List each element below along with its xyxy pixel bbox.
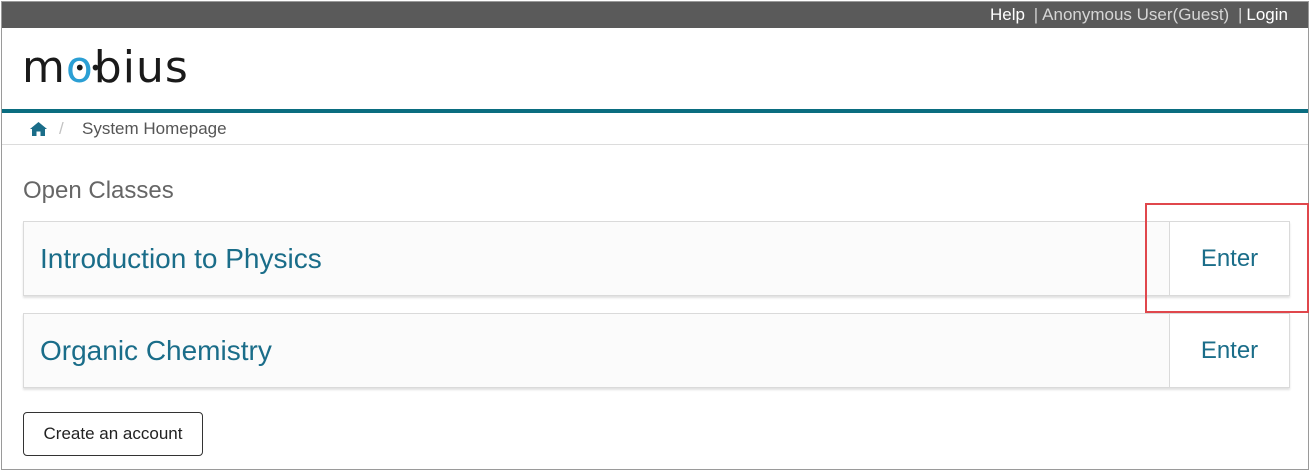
browser-frame: Help | Anonymous User(Guest) | Login m •• ob… xyxy=(1,1,1309,470)
section-title: Open Classes xyxy=(23,177,174,204)
login-link[interactable]: Login xyxy=(1246,5,1288,24)
user-name: Anonymous User(Guest) xyxy=(1042,5,1230,24)
enter-button[interactable]: Enter xyxy=(1169,222,1289,295)
class-card: Introduction to Physics Enter xyxy=(23,221,1290,296)
enter-button[interactable]: Enter xyxy=(1169,314,1289,387)
mobius-logo[interactable]: m •• obius xyxy=(22,40,189,96)
topbar-separator: | xyxy=(1237,5,1243,24)
class-card: Organic Chemistry Enter xyxy=(23,313,1290,388)
create-account-button[interactable]: Create an account xyxy=(23,412,203,456)
class-name-link[interactable]: Organic Chemistry xyxy=(40,314,272,387)
class-name-link[interactable]: Introduction to Physics xyxy=(40,222,322,295)
top-bar: Help | Anonymous User(Guest) | Login xyxy=(2,2,1308,28)
breadcrumb-current: System Homepage xyxy=(82,119,227,138)
logo-wordmark: m •• obius xyxy=(22,42,189,93)
breadcrumb-separator: / xyxy=(59,119,64,138)
topbar-separator: | xyxy=(1033,5,1039,24)
breadcrumb: / System Homepage xyxy=(2,113,1308,145)
home-icon[interactable] xyxy=(30,122,47,136)
help-link[interactable]: Help xyxy=(990,5,1025,24)
